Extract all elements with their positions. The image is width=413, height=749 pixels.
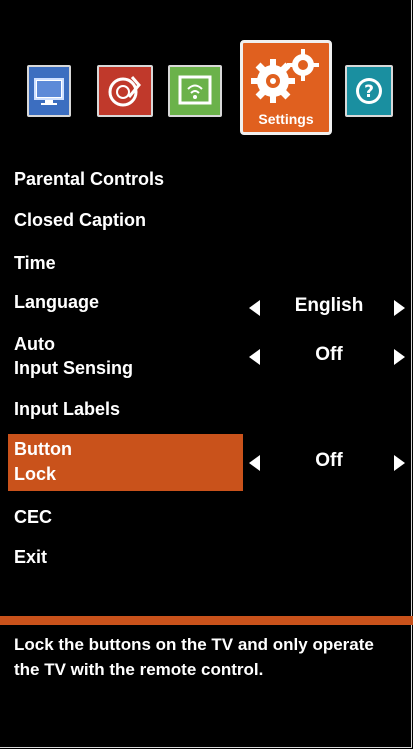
menu-item-button-lock[interactable]: Button Lock <box>14 437 72 487</box>
language-value: English <box>294 295 364 316</box>
menu-item-cec[interactable]: CEC <box>14 505 52 529</box>
menu-item-input-labels[interactable]: Input Labels <box>14 397 120 421</box>
audio-category-tile[interactable] <box>97 65 153 117</box>
picture-category-tile[interactable] <box>27 65 71 117</box>
right-arrow-icon[interactable] <box>394 300 405 316</box>
settings-category-tile[interactable]: Settings <box>240 40 332 135</box>
network-category-tile[interactable] <box>168 65 222 117</box>
network-icon <box>178 75 212 105</box>
menu-item-label-line2: Lock <box>14 464 57 484</box>
svg-text:?: ? <box>364 82 374 102</box>
help-category-tile[interactable]: ? <box>345 65 393 117</box>
menu-item-language[interactable]: Language <box>14 290 99 314</box>
menu-item-label-line1: Button <box>14 439 72 459</box>
menu-item-label-line1: Auto <box>14 334 55 354</box>
button-lock-value: Off <box>315 450 343 471</box>
left-arrow-icon[interactable] <box>249 455 260 471</box>
right-arrow-icon[interactable] <box>394 455 405 471</box>
left-arrow-icon[interactable] <box>249 349 260 365</box>
audio-icon <box>108 76 141 107</box>
menu-item-auto-input-sensing[interactable]: Auto Input Sensing <box>14 332 133 380</box>
settings-tile-label: Settings <box>258 111 314 127</box>
language-selector[interactable]: English <box>245 293 413 323</box>
right-arrow-icon[interactable] <box>394 349 405 365</box>
menu-item-closed-caption[interactable]: Closed Caption <box>14 208 146 232</box>
description-divider <box>0 616 413 625</box>
help-icon: ? <box>356 78 382 104</box>
auto-input-sensing-selector[interactable]: Off <box>245 342 413 372</box>
gear-icon <box>251 49 319 103</box>
left-arrow-icon[interactable] <box>249 300 260 316</box>
button-lock-selector[interactable]: Off <box>245 448 413 478</box>
category-icon-bar: Settings ? <box>0 0 413 140</box>
menu-item-exit[interactable]: Exit <box>14 545 47 569</box>
help-description: Lock the buttons on the TV and only oper… <box>14 635 374 679</box>
menu-item-label-line2: Input Sensing <box>14 358 133 378</box>
menu-item-parental-controls[interactable]: Parental Controls <box>14 167 164 191</box>
auto-input-sensing-value: Off <box>315 344 343 365</box>
menu-item-time[interactable]: Time <box>14 251 56 275</box>
tv-icon <box>34 78 64 105</box>
